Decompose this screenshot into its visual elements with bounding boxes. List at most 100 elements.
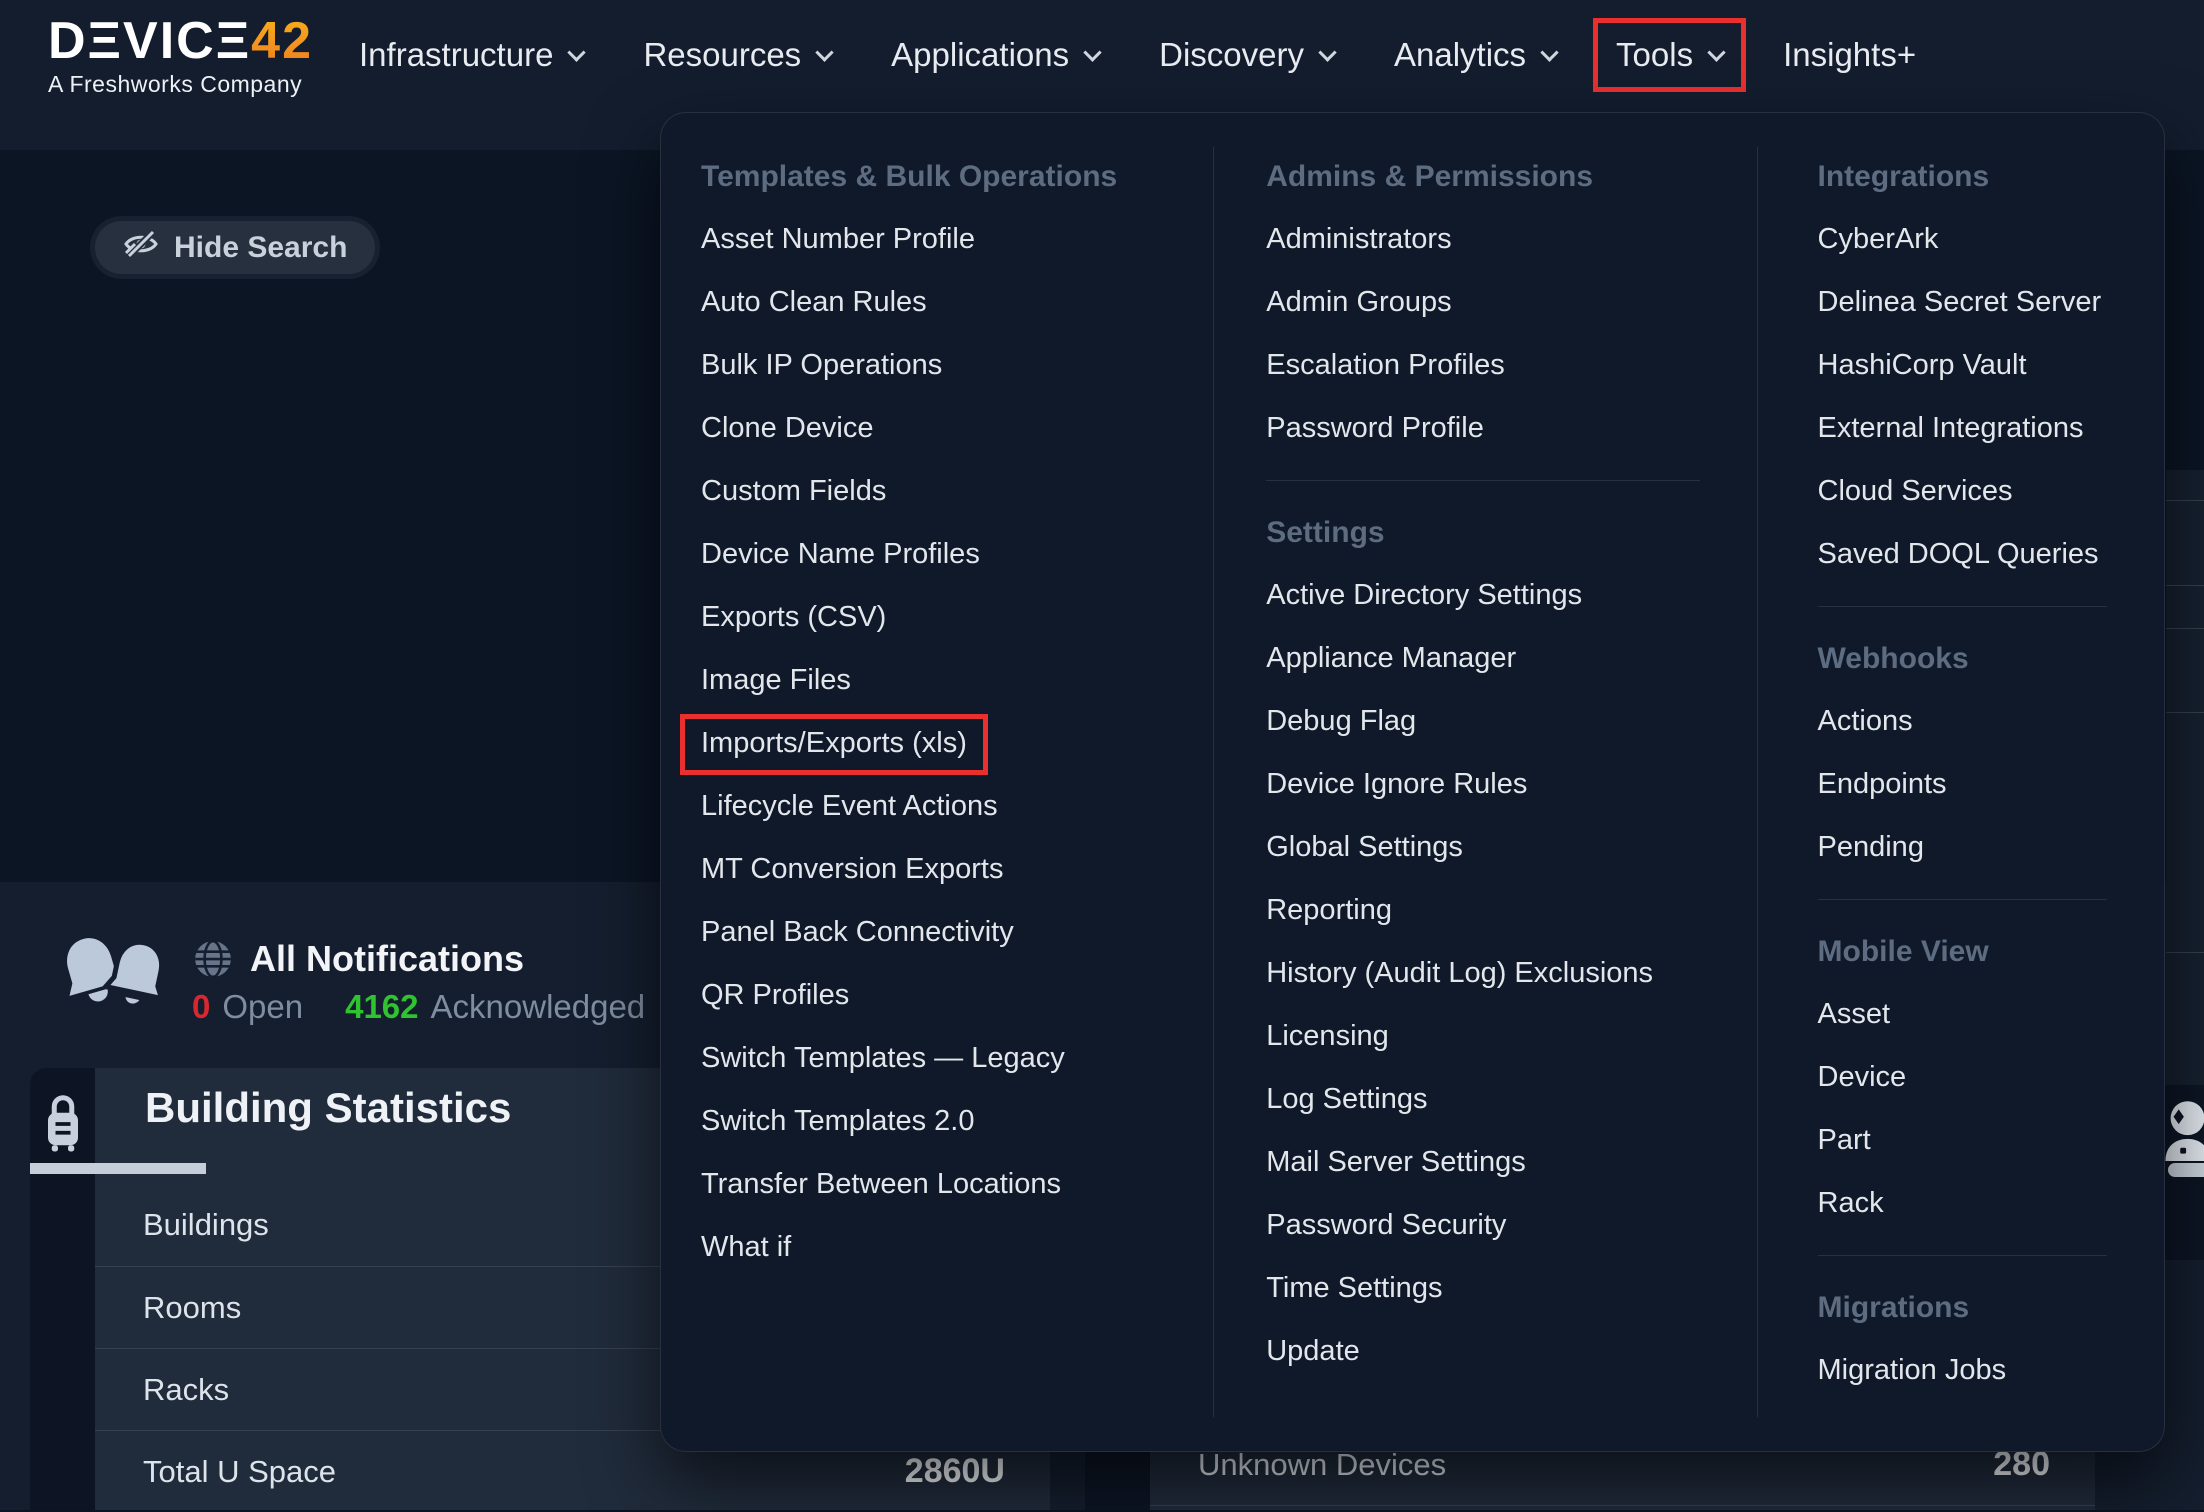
menu-item-licensing[interactable]: Licensing [1266, 1005, 1755, 1068]
section-divider [1818, 1255, 2107, 1256]
nav-item-label: Insights+ [1783, 36, 1916, 74]
menu-item-delinea-secret-server[interactable]: Delinea Secret Server [1818, 271, 2164, 334]
menu-item-label: Debug Flag [1266, 690, 1416, 753]
menu-column-admins-settings: Admins & PermissionsAdministratorsAdmin … [1212, 113, 1755, 1451]
menu-item-password-profile[interactable]: Password Profile [1266, 397, 1755, 460]
nav-item-resources[interactable]: Resources [643, 36, 831, 74]
menu-item-asset[interactable]: Asset [1818, 983, 2164, 1046]
menu-item-pending[interactable]: Pending [1818, 816, 2164, 879]
row-value: 2860U [905, 1452, 1005, 1491]
menu-item-auto-clean-rules[interactable]: Auto Clean Rules [701, 271, 1212, 334]
menu-item-saved-doql-queries[interactable]: Saved DOQL Queries [1818, 523, 2164, 586]
menu-item-actions[interactable]: Actions [1818, 690, 2164, 753]
logo-text: DΞVICΞ [48, 12, 251, 70]
menu-item-switch-templates-legacy[interactable]: Switch Templates — Legacy [701, 1027, 1212, 1090]
menu-item-admin-groups[interactable]: Admin Groups [1266, 271, 1755, 334]
menu-item-device[interactable]: Device [1818, 1046, 2164, 1109]
nav-item-insights[interactable]: Insights+ [1783, 36, 1916, 74]
background-table-sliver [2166, 470, 2204, 1085]
menu-item-appliance-manager[interactable]: Appliance Manager [1266, 627, 1755, 690]
menu-item-active-directory-settings[interactable]: Active Directory Settings [1266, 564, 1755, 627]
menu-item-escalation-profiles[interactable]: Escalation Profiles [1266, 334, 1755, 397]
menu-item-label: Endpoints [1818, 753, 1947, 816]
menu-item-label: Device Ignore Rules [1266, 753, 1527, 816]
menu-item-reporting[interactable]: Reporting [1266, 879, 1755, 942]
menu-item-bulk-ip-operations[interactable]: Bulk IP Operations [701, 334, 1212, 397]
menu-item-qr-profiles[interactable]: QR Profiles [701, 964, 1212, 1027]
hide-search-label: Hide Search [174, 231, 347, 265]
assistant-person-icon [2162, 1099, 2204, 1161]
menu-item-switch-templates-2-0[interactable]: Switch Templates 2.0 [701, 1090, 1212, 1153]
menu-item-clone-device[interactable]: Clone Device [701, 397, 1212, 460]
row-label: Total U Space [143, 1454, 336, 1490]
menu-item-part[interactable]: Part [1818, 1109, 2164, 1172]
menu-item-debug-flag[interactable]: Debug Flag [1266, 690, 1755, 753]
menu-item-history-audit-log-exclusions[interactable]: History (Audit Log) Exclusions [1266, 942, 1755, 1005]
chevron-down-icon [568, 43, 586, 61]
menu-item-image-files[interactable]: Image Files [701, 649, 1212, 712]
nav-item-infrastructure[interactable]: Infrastructure [359, 36, 583, 74]
menu-item-label: Actions [1818, 690, 1913, 753]
menu-item-migration-jobs[interactable]: Migration Jobs [1818, 1339, 2164, 1402]
menu-item-external-integrations[interactable]: External Integrations [1818, 397, 2164, 460]
nav-item-label: Analytics [1394, 36, 1526, 74]
menu-item-exports-csv[interactable]: Exports (CSV) [701, 586, 1212, 649]
nav-item-discovery[interactable]: Discovery [1159, 36, 1334, 74]
menu-item-label: MT Conversion Exports [701, 838, 1003, 901]
notifications-text: All Notifications 0 Open 4162 Acknowledg… [192, 938, 645, 1026]
hide-search-button[interactable]: Hide Search [95, 221, 375, 274]
menu-item-label: Part [1818, 1109, 1871, 1172]
nav-item-label: Resources [643, 36, 801, 74]
nav-item-applications[interactable]: Applications [891, 36, 1099, 74]
menu-item-global-settings[interactable]: Global Settings [1266, 816, 1755, 879]
menu-item-lifecycle-event-actions[interactable]: Lifecycle Event Actions [701, 775, 1212, 838]
menu-section-title-admins-permissions: Admins & Permissions [1266, 145, 1755, 208]
notifications-title: All Notifications [250, 938, 524, 980]
menu-item-device-name-profiles[interactable]: Device Name Profiles [701, 523, 1212, 586]
menu-item-label: Panel Back Connectivity [701, 901, 1014, 964]
menu-item-hashicorp-vault[interactable]: HashiCorp Vault [1818, 334, 2164, 397]
section-divider [1818, 606, 2107, 607]
menu-item-label: Log Settings [1266, 1068, 1427, 1131]
menu-item-log-settings[interactable]: Log Settings [1266, 1068, 1755, 1131]
acknowledged-label: Acknowledged [431, 988, 646, 1026]
menu-item-rack[interactable]: Rack [1818, 1172, 2164, 1235]
menu-section-title-settings: Settings [1266, 501, 1755, 564]
menu-item-label: Global Settings [1266, 816, 1463, 879]
nav-item-analytics[interactable]: Analytics [1394, 36, 1556, 74]
menu-item-asset-number-profile[interactable]: Asset Number Profile [701, 208, 1212, 271]
menu-item-administrators[interactable]: Administrators [1266, 208, 1755, 271]
menu-item-transfer-between-locations[interactable]: Transfer Between Locations [701, 1153, 1212, 1216]
notifications-summary[interactable]: All Notifications 0 Open 4162 Acknowledg… [58, 926, 645, 1038]
nav-item-tools[interactable]: Tools [1593, 18, 1746, 92]
menu-item-password-security[interactable]: Password Security [1266, 1194, 1755, 1257]
logo-wordmark: DΞVICΞ42 [48, 15, 313, 67]
menu-item-label: Asset [1818, 983, 1891, 1046]
menu-item-update[interactable]: Update [1266, 1320, 1755, 1383]
menu-item-label: Mail Server Settings [1266, 1131, 1526, 1194]
menu-section-title-migrations: Migrations [1818, 1276, 2164, 1339]
menu-item-label: Switch Templates — Legacy [701, 1027, 1065, 1090]
menu-item-label: Bulk IP Operations [701, 334, 942, 397]
menu-item-device-ignore-rules[interactable]: Device Ignore Rules [1266, 753, 1755, 816]
menu-item-what-if[interactable]: What if [701, 1216, 1212, 1279]
device42-logo[interactable]: DΞVICΞ42 A Freshworks Company [48, 15, 313, 96]
menu-item-cyberark[interactable]: CyberArk [1818, 208, 2164, 271]
eye-slash-icon [123, 227, 159, 269]
menu-item-label: Reporting [1266, 879, 1392, 942]
logo-tagline: A Freshworks Company [48, 73, 313, 96]
menu-item-mt-conversion-exports[interactable]: MT Conversion Exports [701, 838, 1212, 901]
menu-item-endpoints[interactable]: Endpoints [1818, 753, 2164, 816]
menu-item-label: Cloud Services [1818, 460, 2013, 523]
menu-item-mail-server-settings[interactable]: Mail Server Settings [1266, 1131, 1755, 1194]
menu-item-label: Password Profile [1266, 397, 1484, 460]
menu-item-panel-back-connectivity[interactable]: Panel Back Connectivity [701, 901, 1212, 964]
row-label: Racks [143, 1372, 229, 1408]
menu-item-label: Administrators [1266, 208, 1451, 271]
menu-item-custom-fields[interactable]: Custom Fields [701, 460, 1212, 523]
menu-item-time-settings[interactable]: Time Settings [1266, 1257, 1755, 1320]
nav-item-label: Applications [891, 36, 1069, 74]
menu-item-cloud-services[interactable]: Cloud Services [1818, 460, 2164, 523]
menu-item-label: HashiCorp Vault [1818, 334, 2027, 397]
menu-item-imports-exports-xls[interactable]: Imports/Exports (xls) [701, 712, 1212, 775]
